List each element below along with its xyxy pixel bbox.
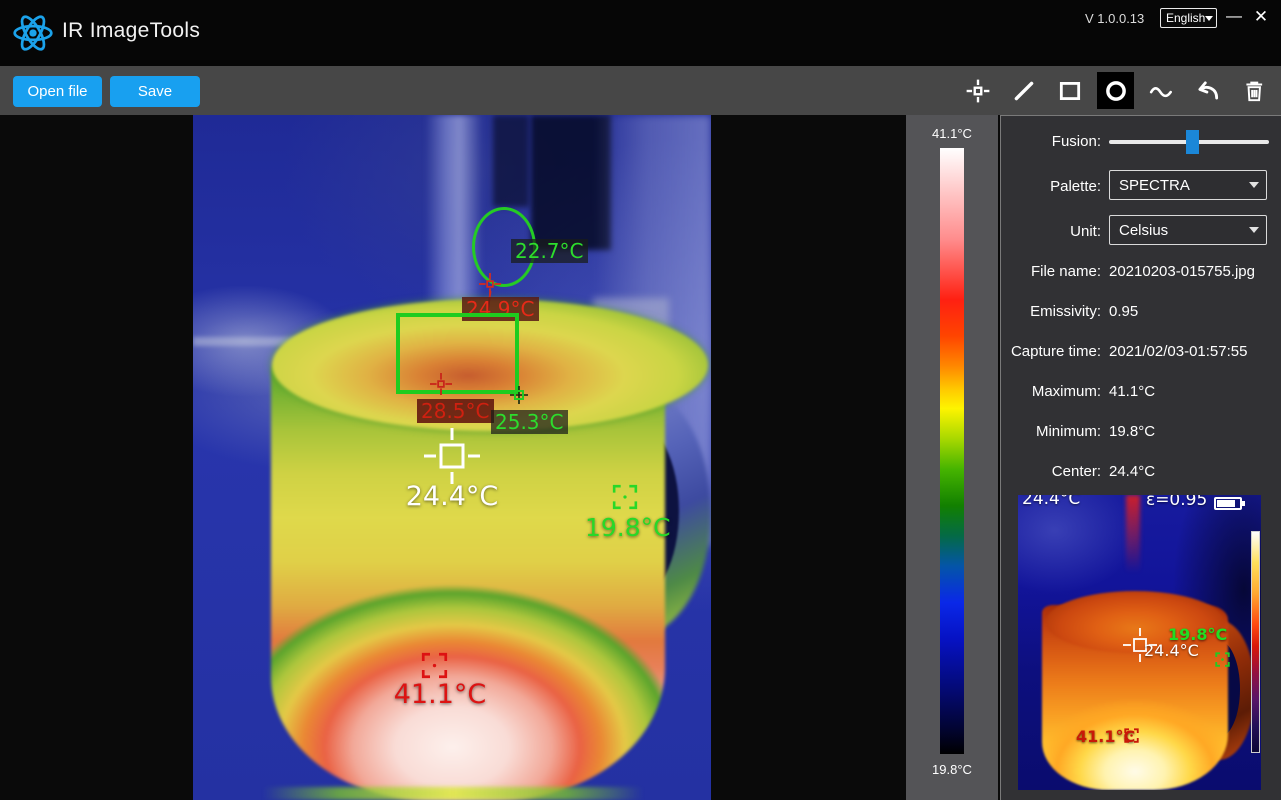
rect-corner-temp-label: 25.3°C (491, 410, 568, 434)
file-name-value: 20210203-015755.jpg (1109, 263, 1255, 281)
rectangle-roi[interactable] (396, 313, 519, 394)
tool-group (959, 71, 1272, 110)
emissivity-value: 0.95 (1109, 303, 1138, 321)
ellipse-tool[interactable] (1097, 72, 1134, 109)
rectangle-tool[interactable] (1051, 72, 1088, 109)
ellipse-icon (1103, 78, 1129, 104)
settings-panel: Fusion: Palette: SPECTRA Unit: Celsius F… (1000, 115, 1281, 800)
chevron-down-icon (1249, 182, 1259, 188)
line-tool[interactable] (1005, 72, 1042, 109)
minimum-value: 19.8°C (1109, 423, 1155, 441)
colorbar-panel: 41.1°C 19.8°C (906, 115, 998, 800)
minimum-label: Minimum: (1001, 423, 1101, 441)
fusion-slider-handle[interactable] (1186, 130, 1199, 154)
point-measure-tool[interactable] (959, 72, 996, 109)
close-button[interactable]: ✕ (1248, 4, 1274, 30)
thumb-center-temp-label: 24.4°C (1144, 641, 1199, 660)
max-point-bracket-icon[interactable] (421, 652, 448, 679)
language-value: English (1166, 11, 1205, 25)
point-crosshair-icon (965, 78, 991, 104)
app-title: IR ImageTools (62, 19, 200, 43)
center-label: Center: (1001, 463, 1101, 481)
toolbar: Open file Save (0, 66, 1281, 115)
thumb-emissivity-label: ε=0.95 (1146, 495, 1207, 510)
undo-arrow-icon (1195, 78, 1221, 104)
palette-select[interactable]: SPECTRA (1109, 170, 1267, 200)
center-value: 24.4°C (1109, 463, 1155, 481)
capture-time-value: 2021/02/03-01:57:55 (1109, 343, 1247, 361)
thumb-colorbar (1251, 531, 1260, 753)
minimize-button[interactable]: — (1221, 4, 1247, 30)
delete-tool[interactable] (1235, 72, 1272, 109)
app-window: IR ImageTools V 1.0.0.13 English — ✕ Ope… (0, 0, 1281, 800)
chevron-down-icon (1249, 227, 1259, 233)
rect-hot-temp-label: 28.5°C (417, 399, 494, 423)
version-label: V 1.0.0.13 (1085, 11, 1144, 26)
thumb-max-bracket-icon (1124, 728, 1139, 743)
fusion-slider[interactable] (1109, 129, 1269, 155)
unit-value: Celsius (1119, 222, 1168, 239)
line-icon (1011, 78, 1037, 104)
open-file-button[interactable]: Open file (13, 76, 102, 107)
thumb-min-bracket-icon (1215, 652, 1230, 667)
title-bar: IR ImageTools V 1.0.0.13 English — ✕ (0, 0, 1281, 66)
curve-tool[interactable] (1143, 72, 1180, 109)
colorbar-max-label: 41.1°C (906, 126, 998, 141)
center-temp-label: 24.4°C (392, 481, 512, 512)
battery-icon (1214, 497, 1242, 510)
min-point-bracket-icon[interactable] (612, 484, 638, 510)
thumb-hot-streak (1126, 495, 1140, 573)
wave-icon (1148, 78, 1176, 104)
chevron-down-icon (1205, 16, 1213, 21)
unit-label: Unit: (1001, 223, 1101, 241)
thermal-bg-dark-block2 (493, 115, 529, 207)
max-temp-label: 41.1°C (391, 679, 489, 710)
thumb-top-temp-label: 24.4°C (1022, 495, 1080, 509)
rect-corner-handle-icon[interactable] (510, 386, 528, 404)
file-name-label: File name: (1001, 263, 1101, 281)
save-button[interactable]: Save (110, 76, 200, 107)
colorbar-min-label: 19.8°C (906, 762, 998, 777)
capture-time-label: Capture time: (1001, 343, 1101, 361)
palette-value: SPECTRA (1119, 177, 1190, 194)
ellipse-roi-temp-label: 22.7°C (511, 239, 588, 263)
min-temp-label: 19.8°C (585, 513, 671, 542)
mug-bottom-edge (263, 787, 643, 800)
emissivity-label: Emissivity: (1001, 303, 1101, 321)
colorbar-gradient (940, 148, 964, 754)
rectangle-icon (1057, 78, 1083, 104)
trash-icon (1241, 78, 1267, 104)
rect-hot-marker-icon[interactable] (430, 373, 452, 395)
unit-select[interactable]: Celsius (1109, 215, 1267, 245)
maximum-value: 41.1°C (1109, 383, 1155, 401)
atom-logo-icon (11, 11, 55, 55)
palette-label: Palette: (1001, 178, 1101, 196)
thermal-image-canvas[interactable]: 22.7°C 24.9°C 28.5°C 25.3°C (193, 115, 711, 800)
fusion-label: Fusion: (1001, 133, 1101, 151)
undo-tool[interactable] (1189, 72, 1226, 109)
source-thumbnail: 24.4°C ε=0.95 19.8°C 24.4°C 41.1°C (1018, 495, 1261, 790)
center-crosshair-icon[interactable] (424, 428, 480, 484)
maximum-label: Maximum: (1001, 383, 1101, 401)
language-select[interactable]: English (1160, 8, 1217, 28)
